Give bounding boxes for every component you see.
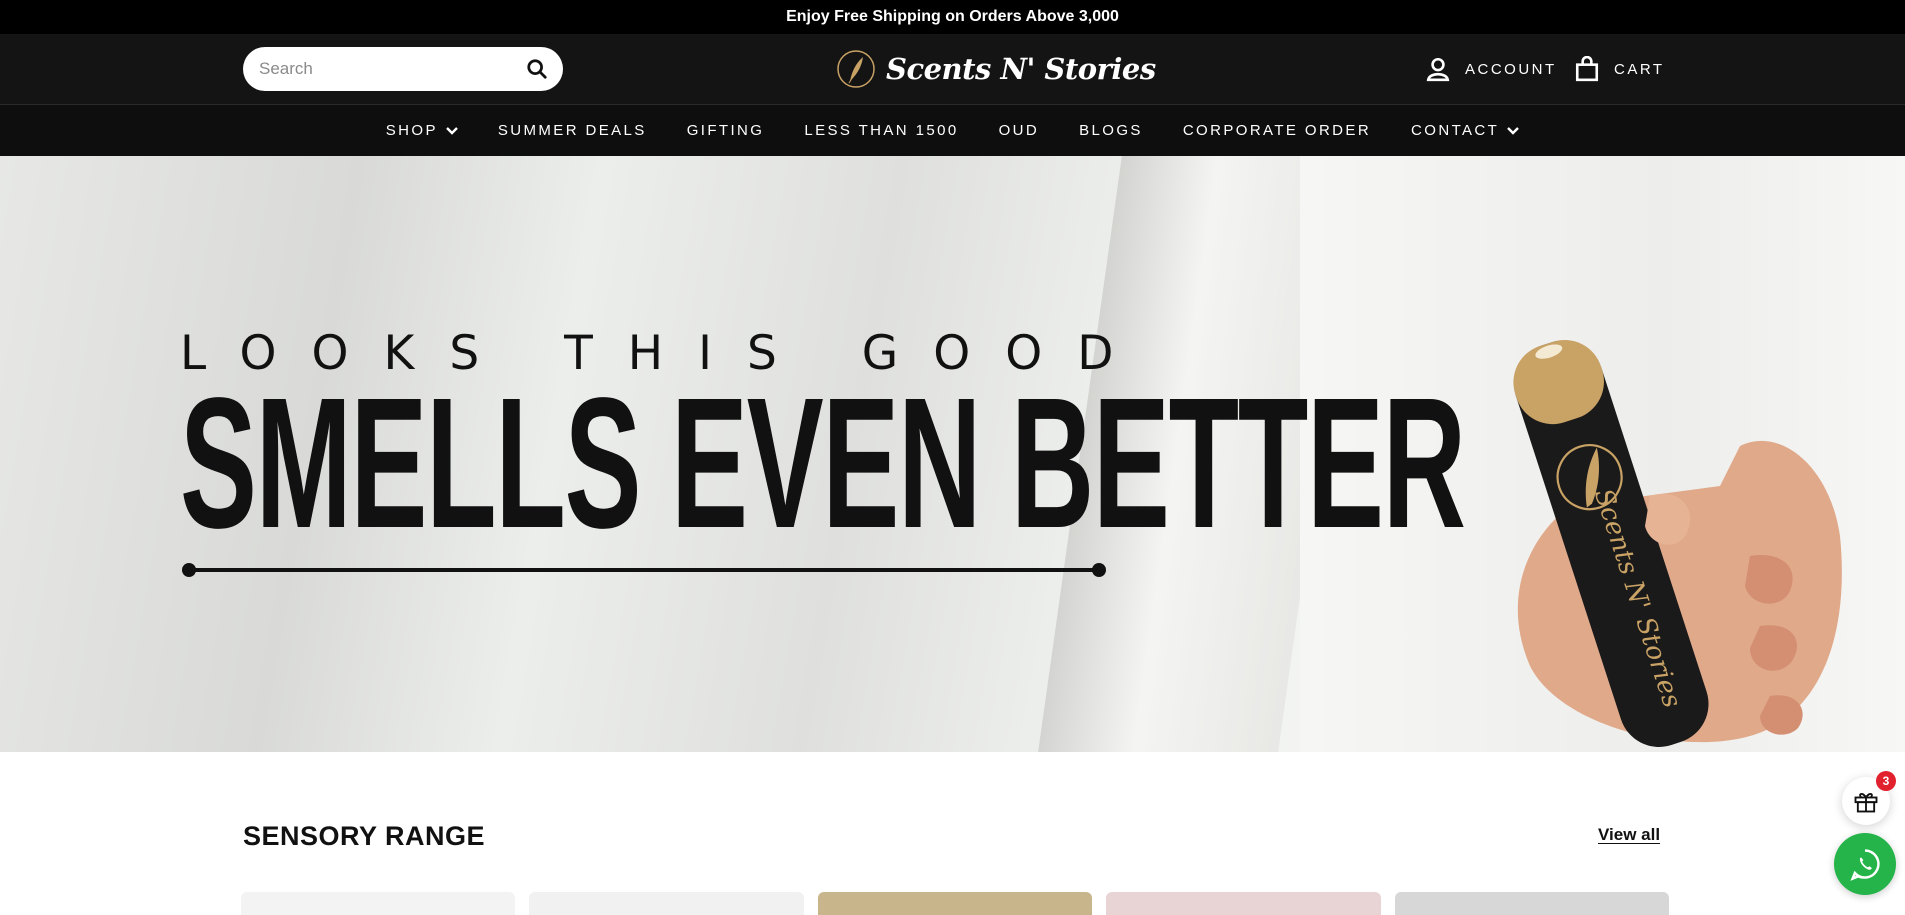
nav-item-label: BLOGS bbox=[1079, 122, 1143, 139]
site-logo[interactable]: Scents N' Stories bbox=[836, 44, 1156, 94]
product-card[interactable] bbox=[241, 892, 516, 915]
site-header: Scents N' Stories ACCOUNT CART bbox=[0, 34, 1905, 104]
product-card-row bbox=[241, 892, 1670, 915]
gift-count-badge: 3 bbox=[1876, 771, 1896, 791]
nav-item-label: GIFTING bbox=[686, 122, 765, 139]
nav-item-label: LESS THAN 1500 bbox=[804, 122, 959, 139]
nav-item-label: CONTACT bbox=[1411, 122, 1500, 139]
cart-link[interactable]: CART bbox=[1574, 52, 1665, 86]
nav-item-less-than-1500[interactable]: LESS THAN 1500 bbox=[784, 122, 978, 139]
search-input[interactable] bbox=[259, 59, 525, 79]
hero-banner[interactable]: LOOKS THIS GOOD SMELLS EVEN BETTER Scent… bbox=[0, 156, 1905, 752]
nav-item-label: CORPORATE ORDER bbox=[1182, 122, 1372, 139]
hero-underline-rule bbox=[182, 563, 1106, 577]
product-card[interactable] bbox=[1394, 892, 1670, 915]
nav-item-corporate-order[interactable]: CORPORATE ORDER bbox=[1163, 122, 1391, 139]
view-all-link[interactable]: View all bbox=[1598, 825, 1660, 845]
nav-item-contact[interactable]: CONTACT bbox=[1391, 122, 1539, 139]
account-label: ACCOUNT bbox=[1465, 60, 1557, 78]
logo-wordmark: Scents N' Stories bbox=[886, 52, 1156, 86]
product-card[interactable] bbox=[529, 892, 804, 915]
account-link[interactable]: ACCOUNT bbox=[1425, 52, 1557, 86]
product-card[interactable] bbox=[1106, 892, 1381, 915]
whatsapp-icon bbox=[1850, 849, 1880, 881]
user-icon bbox=[1426, 57, 1450, 82]
nav-item-oud[interactable]: OUD bbox=[979, 122, 1060, 139]
section-title: SENSORY RANGE bbox=[243, 821, 486, 851]
nav-item-blogs[interactable]: BLOGS bbox=[1059, 122, 1163, 139]
chevron-down-icon bbox=[446, 126, 458, 135]
main-nav: SHOP SUMMER DEALS GIFTING LESS THAN 1500… bbox=[0, 104, 1905, 156]
announcement-bar: Enjoy Free Shipping on Orders Above 3,00… bbox=[0, 0, 1905, 34]
shopping-bag-icon bbox=[1575, 56, 1599, 82]
search-icon[interactable] bbox=[525, 57, 549, 81]
nav-item-label: SUMMER DEALS bbox=[497, 122, 647, 139]
cart-label: CART bbox=[1614, 60, 1665, 78]
gift-rewards-button[interactable]: 3 bbox=[1842, 771, 1896, 825]
chevron-down-icon bbox=[1507, 126, 1520, 135]
nav-item-label: SHOP bbox=[385, 122, 438, 139]
nav-item-summer-deals[interactable]: SUMMER DEALS bbox=[478, 122, 667, 139]
whatsapp-chat-button[interactable] bbox=[1834, 833, 1896, 895]
gift-icon bbox=[1854, 793, 1878, 813]
nav-item-shop[interactable]: SHOP bbox=[366, 122, 478, 139]
nav-item-label: OUD bbox=[998, 122, 1040, 139]
announcement-text: Enjoy Free Shipping on Orders Above 3,00… bbox=[786, 8, 1119, 25]
hero-headline-main: SMELLS EVEN BETTER bbox=[180, 360, 1466, 567]
search-bar[interactable] bbox=[243, 47, 563, 91]
feather-logo-icon bbox=[837, 50, 875, 88]
nav-item-gifting[interactable]: GIFTING bbox=[667, 122, 785, 139]
product-card[interactable] bbox=[817, 892, 1093, 915]
hand-holding-perfume-image: Scents N' Stories bbox=[1513, 339, 1842, 747]
